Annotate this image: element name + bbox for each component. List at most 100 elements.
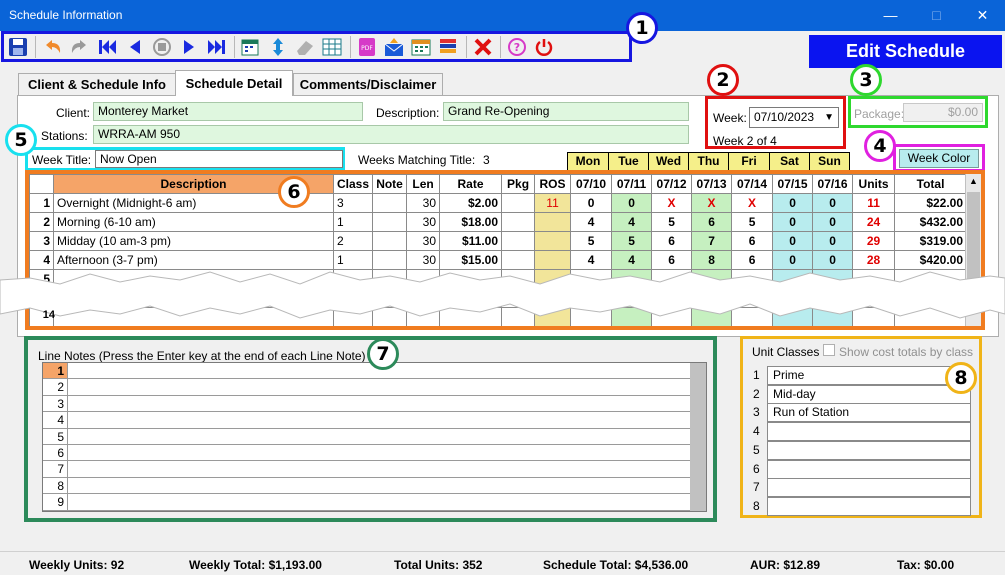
cell-rate[interactable]: $11.00: [439, 231, 503, 251]
client-field[interactable]: Monterey Market: [93, 102, 363, 121]
cell-ros[interactable]: [534, 212, 572, 232]
line-note-row[interactable]: 9: [43, 494, 706, 511]
cell-day[interactable]: 0: [772, 212, 814, 232]
cell-len[interactable]: 30: [406, 193, 441, 213]
minimize-button[interactable]: —: [868, 0, 913, 31]
unit-class-field[interactable]: [767, 440, 971, 460]
save-icon[interactable]: [7, 37, 29, 57]
cell-day[interactable]: 4: [611, 212, 653, 232]
close-window-button[interactable]: ✕: [960, 0, 1005, 31]
cell-note[interactable]: [372, 250, 408, 270]
show-cost-checkbox[interactable]: [823, 344, 835, 356]
scroll-up-icon[interactable]: ▲: [969, 176, 978, 186]
cell-day[interactable]: 5: [570, 231, 613, 251]
stop-icon[interactable]: [151, 37, 173, 57]
table-row[interactable]: 3 Midday (10 am-3 pm) 2 30 $11.00 5 5 6 7 6 0 0 29 $3…: [29, 231, 968, 251]
calendar-add-icon[interactable]: [240, 37, 262, 57]
line-notes-grid[interactable]: 123456789: [42, 362, 707, 512]
line-note-row[interactable]: 8: [43, 477, 706, 495]
cell-ros[interactable]: [534, 231, 572, 251]
week-dropdown[interactable]: 07/10/2023 ▼: [749, 107, 839, 128]
col-pkg[interactable]: Pkg: [501, 174, 536, 194]
col-date-0713[interactable]: 07/13: [691, 174, 733, 194]
cell-day[interactable]: X: [731, 193, 774, 213]
col-date-0715[interactable]: 07/15: [772, 174, 814, 194]
undo-icon[interactable]: [42, 37, 64, 57]
stations-field[interactable]: WRRA-AM 950: [93, 125, 689, 144]
cell-day[interactable]: 0: [812, 250, 854, 270]
col-total[interactable]: Total: [894, 174, 968, 194]
cell-len[interactable]: 30: [406, 250, 441, 270]
cell-day[interactable]: 7: [691, 231, 733, 251]
cell-class[interactable]: 1: [332, 250, 374, 270]
cell-day[interactable]: X: [651, 193, 693, 213]
col-len[interactable]: Len: [406, 174, 441, 194]
cell-pkg[interactable]: [501, 212, 536, 232]
first-record-icon[interactable]: [97, 37, 119, 57]
col-note[interactable]: Note: [372, 174, 408, 194]
cell-note[interactable]: [372, 231, 408, 251]
cell-day[interactable]: 6: [651, 250, 693, 270]
cell-pkg[interactable]: [501, 193, 536, 213]
unit-class-field[interactable]: [767, 478, 971, 498]
unit-class-field[interactable]: Mid-day: [767, 384, 971, 404]
previous-record-icon[interactable]: [124, 37, 146, 57]
cell-ros[interactable]: 11: [534, 193, 572, 213]
cell-day[interactable]: 0: [611, 193, 653, 213]
unit-class-field[interactable]: [767, 422, 971, 442]
eraser-icon[interactable]: [294, 37, 316, 57]
cell-rate[interactable]: $18.00: [439, 212, 503, 232]
col-date-0711[interactable]: 07/11: [611, 174, 653, 194]
cell-day[interactable]: 4: [570, 212, 613, 232]
next-record-icon[interactable]: [178, 37, 200, 57]
tab-comments-disclaimer[interactable]: Comments/Disclaimer: [293, 73, 443, 95]
maximize-button[interactable]: □: [914, 0, 959, 31]
table-row[interactable]: 4 Afternoon (3-7 pm) 1 30 $15.00 4 4 6 8 6 0 0 28 $42…: [29, 250, 968, 270]
pdf-icon[interactable]: PDF: [356, 37, 378, 57]
cell-day[interactable]: 0: [812, 212, 854, 232]
cell-day[interactable]: 8: [691, 250, 733, 270]
col-rate[interactable]: Rate: [439, 174, 503, 194]
cell-note[interactable]: [372, 212, 408, 232]
redo-icon[interactable]: [68, 37, 90, 57]
week-title-field[interactable]: Now Open: [95, 150, 343, 168]
cell-rate[interactable]: $15.00: [439, 250, 503, 270]
cell-class[interactable]: 1: [332, 212, 374, 232]
description-field[interactable]: Grand Re-Opening: [443, 102, 689, 121]
cell-pkg[interactable]: [501, 250, 536, 270]
line-note-row[interactable]: 5: [43, 428, 706, 445]
cell-rate[interactable]: $2.00: [439, 193, 503, 213]
cell-day[interactable]: 0: [812, 231, 854, 251]
cell-description[interactable]: Morning (6-10 am): [53, 212, 334, 232]
cell-len[interactable]: 30: [406, 231, 441, 251]
tab-schedule-detail[interactable]: Schedule Detail: [175, 70, 293, 96]
table-row[interactable]: 2 Morning (6-10 am) 1 30 $18.00 4 4 5 6 5 0 0 24 $432…: [29, 212, 968, 232]
grid-view-icon[interactable]: [321, 37, 343, 57]
cell-note[interactable]: [372, 193, 408, 213]
unit-class-field[interactable]: [767, 496, 971, 516]
cell-ros[interactable]: [534, 250, 572, 270]
cell-day[interactable]: 5: [651, 212, 693, 232]
cell-day[interactable]: 0: [570, 193, 613, 213]
col-date-0716[interactable]: 07/16: [812, 174, 854, 194]
cell-class[interactable]: 3: [332, 193, 374, 213]
col-class[interactable]: Class: [332, 174, 374, 194]
cell-day[interactable]: X: [691, 193, 733, 213]
schedule-grid-icon[interactable]: [437, 37, 459, 57]
week-color-button[interactable]: Week Color: [899, 149, 979, 168]
cell-day[interactable]: 6: [731, 250, 774, 270]
table-row[interactable]: 1 Overnight (Midnight-6 am) 3 30 $2.00 11 0 0 X X…: [29, 193, 968, 213]
cell-description[interactable]: Afternoon (3-7 pm): [53, 250, 334, 270]
cell-day[interactable]: 6: [691, 212, 733, 232]
cell-day[interactable]: 4: [570, 250, 613, 270]
col-date-0710[interactable]: 07/10: [570, 174, 613, 194]
cell-pkg[interactable]: [501, 231, 536, 251]
col-units[interactable]: Units: [852, 174, 896, 194]
cell-day[interactable]: 4: [611, 250, 653, 270]
cell-len[interactable]: 30: [406, 212, 441, 232]
cell-day[interactable]: 0: [772, 250, 814, 270]
col-ros[interactable]: ROS: [534, 174, 572, 194]
power-icon[interactable]: [533, 37, 555, 57]
col-date-0712[interactable]: 07/12: [651, 174, 693, 194]
cell-day[interactable]: 5: [611, 231, 653, 251]
